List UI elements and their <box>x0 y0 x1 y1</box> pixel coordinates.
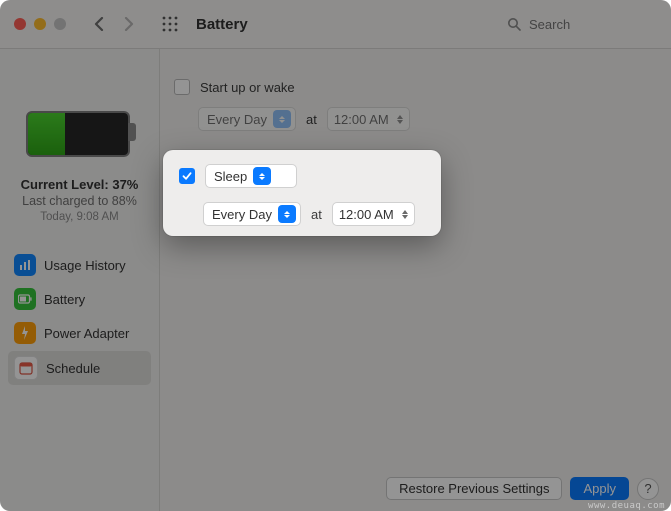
schedule-sleep-panel: Sleep Every Day at 12:00 AM <box>163 150 441 236</box>
sidebar-item-label: Usage History <box>44 258 126 273</box>
startup-time-field[interactable]: 12:00 AM <box>327 107 410 131</box>
sleep-frequency-value: Every Day <box>212 207 272 222</box>
current-level-label: Current Level: 37% <box>4 177 155 192</box>
startup-time-value: 12:00 AM <box>334 112 389 127</box>
apply-button[interactable]: Apply <box>570 477 629 500</box>
sidebar-item-label: Schedule <box>46 361 100 376</box>
last-charged-time: Today, 9:08 AM <box>4 211 155 223</box>
sleep-frequency-select[interactable]: Every Day <box>203 202 301 226</box>
usage-history-icon <box>14 254 36 276</box>
disabled-zoom-button <box>54 18 66 30</box>
titlebar: Battery <box>0 0 671 49</box>
forward-button[interactable] <box>118 13 140 35</box>
watermark: www.deuaq.com <box>588 501 665 511</box>
startup-frequency-value: Every Day <box>207 112 267 127</box>
chevron-updown-icon <box>278 205 296 223</box>
close-window-button[interactable] <box>14 18 26 30</box>
sidebar-item-power-adapter[interactable]: Power Adapter <box>8 317 151 349</box>
content-area: Start up or wake Every Day at 12:00 AM R… <box>160 49 671 511</box>
startup-wake-controls: Every Day at 12:00 AM <box>198 107 410 131</box>
sidebar-item-usage-history[interactable]: Usage History <box>8 249 151 281</box>
sleep-time-field[interactable]: 12:00 AM <box>332 202 415 226</box>
sidebar-item-label: Power Adapter <box>44 326 129 341</box>
help-button[interactable]: ? <box>637 478 659 500</box>
at-label: at <box>306 112 317 127</box>
last-charged-label: Last charged to 88% <box>4 194 155 208</box>
schedule-icon <box>14 356 38 380</box>
startup-wake-row: Start up or wake <box>174 79 295 95</box>
sidebar-item-label: Battery <box>44 292 85 307</box>
minimize-window-button[interactable] <box>34 18 46 30</box>
sidebar: Current Level: 37% Last charged to 88% T… <box>0 49 160 511</box>
chevron-updown-icon <box>273 110 291 128</box>
time-stepper-icon[interactable] <box>393 109 407 129</box>
sleep-action-value: Sleep <box>214 169 247 184</box>
sleep-checkbox[interactable] <box>179 168 195 184</box>
chevron-updown-icon <box>253 167 271 185</box>
sleep-action-select[interactable]: Sleep <box>205 164 297 188</box>
pane-title: Battery <box>196 16 248 33</box>
search-input[interactable] <box>527 16 641 33</box>
window-controls <box>14 18 66 30</box>
restore-previous-button[interactable]: Restore Previous Settings <box>386 477 562 500</box>
startup-wake-label: Start up or wake <box>200 80 295 95</box>
startup-frequency-select[interactable]: Every Day <box>198 107 296 131</box>
power-adapter-icon <box>14 322 36 344</box>
startup-wake-checkbox[interactable] <box>174 79 190 95</box>
search-field[interactable] <box>507 16 657 33</box>
battery-graphic <box>26 105 134 159</box>
sleep-time-value: 12:00 AM <box>339 207 394 222</box>
sidebar-item-battery[interactable]: Battery <box>8 283 151 315</box>
sidebar-item-schedule[interactable]: Schedule <box>8 351 151 385</box>
at-label: at <box>311 207 322 222</box>
search-icon <box>507 17 521 31</box>
time-stepper-icon[interactable] <box>398 204 412 224</box>
back-button[interactable] <box>88 13 110 35</box>
show-all-prefs-button[interactable] <box>160 14 180 34</box>
battery-icon <box>14 288 36 310</box>
